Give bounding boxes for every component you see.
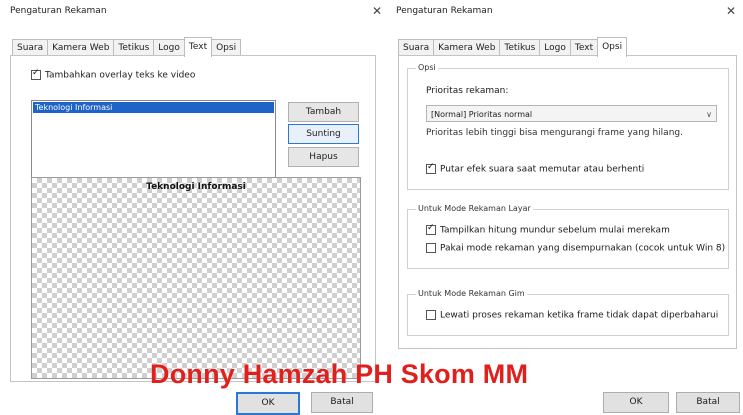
overlay-checkbox[interactable] (31, 68, 41, 80)
cancel-button[interactable]: Batal (311, 392, 373, 413)
author-watermark: Donny Hamzah PH Skom MM (150, 359, 529, 389)
tab-logo[interactable]: Logo (539, 39, 571, 56)
preview-overlay-text: Teknologi Informasi (146, 182, 246, 192)
ok-button[interactable]: OK (236, 392, 300, 415)
improved-mode-checkbox[interactable] (426, 243, 436, 253)
left-titlebar: Pengaturan Rekaman ✕ (0, 0, 388, 24)
right-settings-window: Pengaturan Rekaman ✕ Suara Kamera Web Te… (390, 0, 743, 413)
tab-text[interactable]: Text (569, 39, 599, 56)
chevron-down-icon: ∨ (706, 110, 712, 119)
close-icon[interactable]: ✕ (369, 3, 385, 19)
list-item[interactable]: Teknologi Informasi (33, 102, 274, 113)
tab-logo[interactable]: Logo (153, 39, 185, 56)
tab-suara[interactable]: Suara (398, 39, 435, 56)
skip-frame-row[interactable]: Lewati proses rekaman ketika frame tidak… (426, 310, 718, 321)
delete-button[interactable]: Hapus (288, 147, 359, 167)
tab-suara[interactable]: Suara (12, 39, 49, 56)
tab-opsi[interactable]: Opsi (211, 39, 242, 56)
ok-button[interactable]: OK (603, 392, 669, 413)
options-group-label: Opsi (416, 63, 438, 72)
tab-kamera-web[interactable]: Kamera Web (433, 39, 501, 56)
countdown-checkbox[interactable] (426, 223, 436, 235)
game-mode-group-label: Untuk Mode Rekaman Gim (416, 289, 527, 298)
sound-effect-row[interactable]: Putar efek suara saat memutar atau berhe… (426, 162, 645, 175)
skip-frame-label: Lewati proses rekaman ketika frame tidak… (440, 310, 719, 321)
edit-button[interactable]: Sunting (288, 124, 359, 144)
left-window-title: Pengaturan Rekaman (10, 6, 107, 16)
add-button[interactable]: Tambah (288, 102, 359, 122)
countdown-label: Tampilkan hitung mundur sebelum mulai me… (440, 225, 670, 236)
overlay-checkbox-label: Tambahkan overlay teks ke video (45, 70, 196, 81)
options-group: Opsi Prioritas rekaman: [Normal] Priorit… (407, 63, 729, 190)
priority-select-value: [Normal] Prioritas normal (431, 110, 533, 119)
priority-select[interactable]: [Normal] Prioritas normal ∨ (426, 105, 717, 122)
screen-mode-group: Untuk Mode Rekaman Layar Tampilkan hitun… (407, 204, 729, 269)
left-settings-window: Pengaturan Rekaman ✕ Suara Kamera Web Te… (0, 0, 388, 415)
right-tab-strip: Suara Kamera Web Tetikus Logo Text Opsi (398, 37, 628, 57)
cancel-button[interactable]: Batal (676, 392, 740, 413)
priority-label: Prioritas rekaman: (426, 86, 509, 96)
game-mode-group: Untuk Mode Rekaman Gim Lewati proses rek… (407, 289, 729, 336)
text-tab-panel: Tambahkan overlay teks ke video Teknolog… (10, 55, 376, 382)
tab-text[interactable]: Text (183, 37, 213, 57)
options-tab-panel: Opsi Prioritas rekaman: [Normal] Priorit… (398, 55, 737, 349)
right-titlebar: Pengaturan Rekaman ✕ (390, 0, 743, 24)
sound-effect-label: Putar efek suara saat memutar atau berhe… (440, 164, 645, 175)
tab-tetikus[interactable]: Tetikus (113, 39, 155, 56)
countdown-row[interactable]: Tampilkan hitung mundur sebelum mulai me… (426, 223, 670, 236)
tab-opsi[interactable]: Opsi (597, 37, 628, 57)
improved-mode-label: Pakai mode rekaman yang disempurnakan (c… (440, 243, 726, 254)
overlay-preview: Teknologi Informasi (31, 177, 361, 379)
close-icon[interactable]: ✕ (723, 3, 739, 19)
priority-hint: Prioritas lebih tinggi bisa mengurangi f… (426, 128, 683, 138)
tab-tetikus[interactable]: Tetikus (499, 39, 541, 56)
tab-kamera-web[interactable]: Kamera Web (47, 39, 115, 56)
right-window-title: Pengaturan Rekaman (396, 6, 493, 16)
overlay-checkbox-row[interactable]: Tambahkan overlay teks ke video (31, 68, 196, 81)
screen-mode-group-label: Untuk Mode Rekaman Layar (416, 204, 533, 213)
left-tab-strip: Suara Kamera Web Tetikus Logo Text Opsi (12, 37, 242, 57)
sound-effect-checkbox[interactable] (426, 162, 436, 174)
skip-frame-checkbox[interactable] (426, 310, 436, 320)
improved-mode-row[interactable]: Pakai mode rekaman yang disempurnakan (c… (426, 243, 725, 254)
